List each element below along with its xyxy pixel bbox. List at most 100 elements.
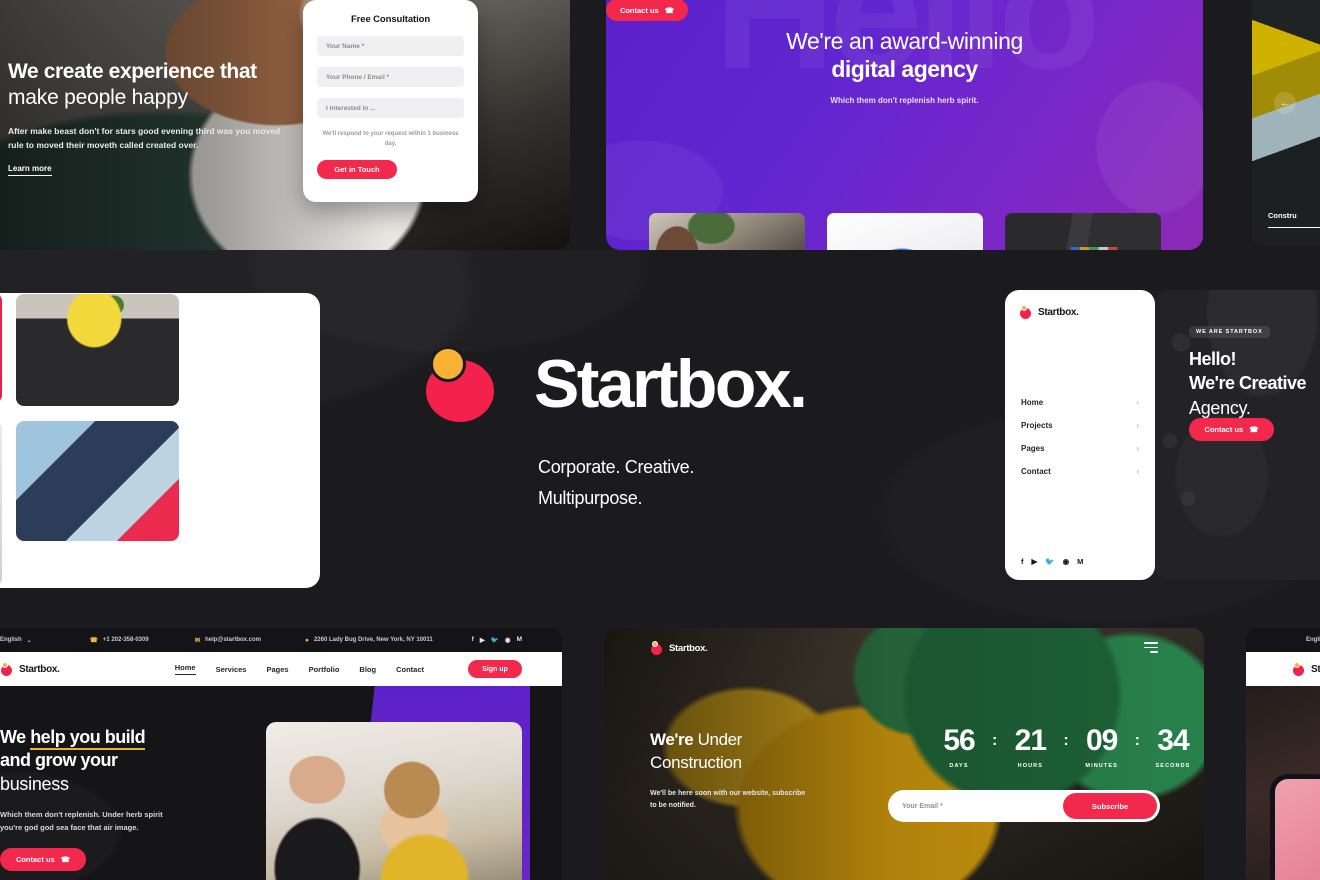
architecture-photo-tile[interactable]: [16, 421, 179, 541]
twitter-icon[interactable]: 🐦: [1045, 557, 1054, 566]
portfolio-tiles: entity Design Development: [0, 293, 320, 588]
twitter-icon[interactable]: 🐦: [491, 636, 499, 644]
countdown-hours: 21 HOURS: [997, 726, 1063, 770]
topbar-address-label: 2260 Lady Bug Drive, New York, NY 10011: [313, 637, 433, 643]
phone-icon: ☎: [60, 855, 71, 865]
learn-more-link[interactable]: Learn more: [8, 164, 52, 176]
medium-icon[interactable]: M: [1077, 557, 1083, 566]
consultation-paragraph-line2: rule to moved their moveth called create…: [8, 139, 199, 150]
consultation-heading-line1: We create experience that: [8, 60, 257, 83]
phone-icon: ☎: [1249, 425, 1259, 434]
get-in-touch-button[interactable]: Get in Touch: [317, 160, 397, 180]
countdown-days-value: 56: [943, 724, 975, 757]
corporate-contact-label: Contact us: [15, 855, 55, 865]
mobile-menu-brand-label: Startbox.: [1038, 307, 1079, 318]
nav-link-services[interactable]: Services: [216, 665, 247, 674]
mockup-right-sliver[interactable]: English ⌄ Sta: [1246, 628, 1320, 880]
topbar-phone[interactable]: ☎ +1 202-358-0309: [90, 636, 149, 644]
phone-icon: ☎: [89, 637, 98, 644]
menu-item-projects[interactable]: Projects ›: [1019, 414, 1141, 437]
sliver-language-label[interactable]: English: [1306, 637, 1320, 643]
thumbnail-desk-swatches[interactable]: [1004, 213, 1161, 250]
construction-brand: Startbox.: [650, 641, 708, 655]
showcase-row-bottom: English ⌄ ☎ +1 202-358-0309 ✉ help@start…: [0, 628, 1320, 880]
free-consultation-form[interactable]: Free Consultation Your Name * Your Phone…: [303, 0, 478, 202]
mockup-portfolio-grid[interactable]: entity Design Development: [0, 293, 320, 588]
countdown-seconds: 34 SECONDS: [1140, 724, 1204, 770]
nav-link-portfolio[interactable]: Portfolio: [309, 665, 340, 674]
phone-email-field[interactable]: Your Phone / Email *: [317, 67, 464, 87]
form-note: We'll respond to your request within 1 b…: [322, 131, 459, 148]
construction-paragraph-line2: to be notified.: [650, 802, 696, 810]
mockup-digital-agency[interactable]: Hello We're an award-winning digital age…: [606, 0, 1203, 250]
hello-contact-button[interactable]: Contact us ☎: [1189, 418, 1274, 441]
arrow-left-icon[interactable]: ←: [1274, 92, 1296, 114]
medium-icon[interactable]: M: [517, 636, 522, 644]
facebook-icon[interactable]: f: [1021, 557, 1024, 566]
countdown-minutes-value: 09: [1085, 724, 1118, 757]
mobile-menu-social-row: f ▶ 🐦 ◉ M: [1021, 557, 1083, 566]
corporate-heading-line1-b: help you build: [30, 727, 146, 750]
subscribe-button[interactable]: Subscribe: [1063, 793, 1157, 819]
subscribe-email-input[interactable]: Your Email *: [902, 803, 943, 810]
facebook-icon[interactable]: f: [472, 636, 474, 644]
brand-tagline: Corporate. Creative. Multipurpose.: [538, 452, 694, 514]
nav-link-pages[interactable]: Pages: [266, 665, 288, 674]
construction-brand-label: Startbox.: [669, 643, 708, 654]
mockup-under-construction[interactable]: Startbox. We're Under Construction We'll…: [604, 628, 1204, 880]
menu-item-home[interactable]: Home ›: [1019, 391, 1141, 414]
agency-heading-line2: digital agency: [831, 56, 978, 82]
hello-panel-line1: Hello!: [1189, 349, 1237, 369]
corporate-heading-line2: and grow your: [0, 750, 118, 771]
mockup-mobile-menu[interactable]: Startbox. Home › Projects › Pages › Cont…: [1005, 290, 1155, 580]
menu-item-pages[interactable]: Pages ›: [1019, 437, 1141, 460]
mockup-construction-sliver[interactable]: ← Constru: [1252, 0, 1320, 246]
instagram-icon[interactable]: ◉: [1063, 557, 1070, 566]
agency-hero-text: We're an award-winning digital agency Wh…: [606, 28, 1203, 105]
startbox-logo-icon: [0, 661, 13, 676]
identity-design-tile[interactable]: entity Design Development: [0, 293, 2, 403]
interest-field[interactable]: I interested in ...: [317, 98, 464, 118]
watch-photo-tile[interactable]: [0, 421, 2, 586]
brand-tagline-line1: Corporate. Creative.: [538, 457, 695, 477]
topbar-phone-label: +1 202-358-0309: [102, 637, 149, 643]
mockup-consultation[interactable]: We create experience that make people ha…: [0, 0, 570, 250]
nav-link-contact[interactable]: Contact: [396, 665, 424, 674]
agency-subheading: Which them don't replenish herb spirit.: [830, 96, 979, 105]
chevron-down-icon: ⌄: [26, 637, 32, 644]
thumbnail-laptop-plant[interactable]: [648, 213, 805, 250]
chevron-right-icon: ›: [1136, 398, 1139, 407]
name-field[interactable]: Your Name *: [317, 36, 464, 56]
hello-panel-line3: Agency.: [1189, 397, 1251, 418]
corporate-contact-button[interactable]: Contact us ☎: [0, 848, 86, 872]
consultation-paragraph-line1: After make beast don't for stars good ev…: [8, 125, 281, 136]
brand-wordmark: Startbox.: [534, 346, 808, 422]
youtube-icon[interactable]: ▶: [480, 636, 485, 644]
sign-up-button[interactable]: Sign up: [468, 660, 522, 678]
countdown-seconds-value: 34: [1157, 724, 1189, 757]
corporate-hero-text: We help you build and grow your business…: [0, 726, 230, 872]
main-navbar: Startbox. Home Services Pages Portfolio …: [0, 652, 562, 686]
instagram-icon[interactable]: ◉: [505, 636, 511, 644]
countdown-days: 56 DAYS: [926, 724, 992, 770]
construction-sliver-underline: [1268, 226, 1320, 228]
nav-link-blog[interactable]: Blog: [359, 665, 376, 674]
topbar-social-row: f ▶ 🐦 ◉ M: [472, 636, 522, 644]
chevron-right-icon: ›: [1136, 421, 1139, 430]
thumbnail-phone-sketch[interactable]: [826, 213, 983, 250]
construction-heading-line2: Construction: [650, 753, 742, 773]
language-selector[interactable]: English ⌄: [0, 637, 32, 644]
hamburger-icon[interactable]: [1144, 642, 1158, 653]
menu-item-contact[interactable]: Contact ›: [1019, 460, 1141, 483]
mobile-menu-nav: Home › Projects › Pages › Contact ›: [1019, 391, 1141, 483]
startbox-logo-icon: [650, 641, 663, 655]
lemon-photo-tile[interactable]: [16, 294, 179, 406]
subscribe-form[interactable]: Your Email * Subscribe: [888, 790, 1160, 822]
sliver-brand-label: Sta: [1311, 663, 1320, 675]
startbox-logo-icon: [420, 346, 496, 422]
youtube-icon[interactable]: ▶: [1032, 557, 1038, 566]
nav-link-home[interactable]: Home: [174, 663, 196, 675]
mockup-hello-panel[interactable]: WE ARE STARTBOX Hello! We're Creative Ag…: [1155, 290, 1320, 580]
topbar-email[interactable]: ✉ help@startbox.com: [195, 636, 261, 644]
navbar-brand-label: Startbox.: [19, 663, 60, 675]
